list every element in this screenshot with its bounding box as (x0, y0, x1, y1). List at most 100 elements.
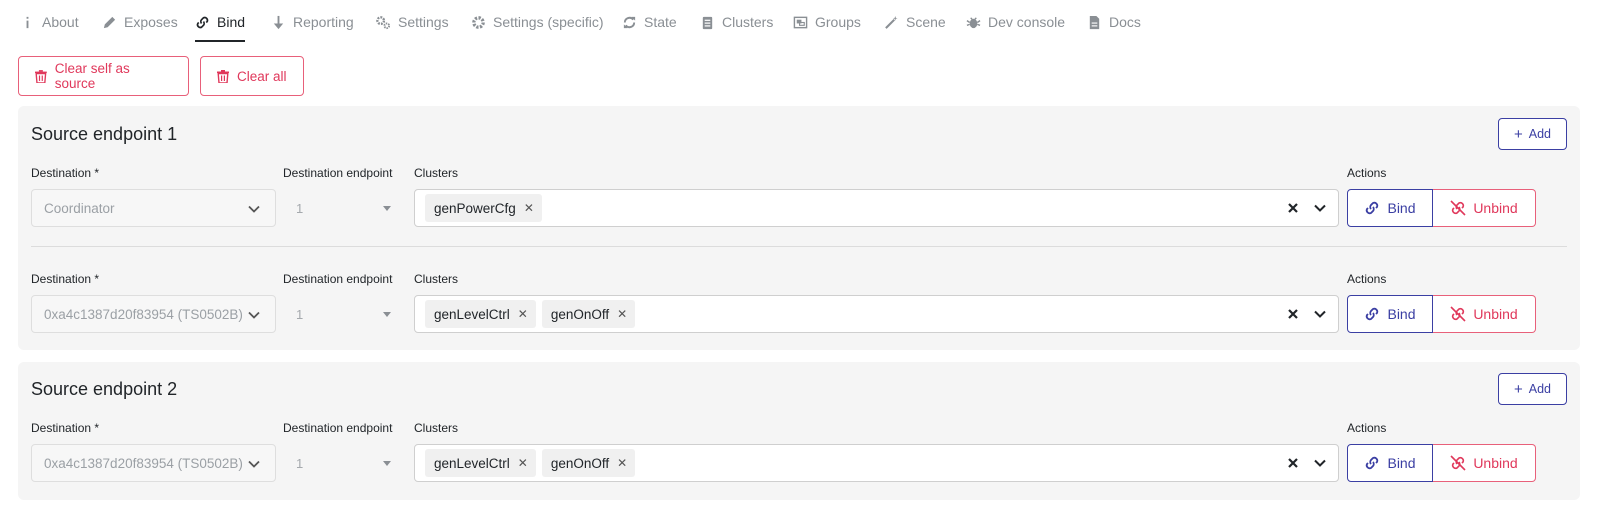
tab-label: Settings (specific) (493, 14, 604, 30)
chip-label: genOnOff (550, 306, 610, 322)
card-title: Source endpoint 1 (31, 124, 178, 144)
clusters-multiselect[interactable]: genPowerCfg ✕ (414, 189, 1339, 227)
tab-reporting[interactable]: Reporting (271, 0, 354, 44)
destination-label: Destination * (31, 421, 100, 435)
add-label: Add (1528, 127, 1551, 141)
cogs-icon (376, 15, 391, 30)
remove-chip-icon[interactable]: ✕ (617, 307, 627, 321)
unbind-button[interactable]: Unbind (1433, 295, 1536, 333)
tab-docs[interactable]: Docs (1087, 0, 1141, 44)
unlink-icon (1450, 200, 1466, 216)
tab-label: Bind (217, 14, 246, 30)
tab-settings-specific[interactable]: Settings (specific) (471, 0, 603, 44)
destination-endpoint-label: Destination endpoint (283, 166, 393, 180)
clusters-multiselect[interactable]: genLevelCtrl ✕ genOnOff ✕ (414, 444, 1339, 482)
chevron-down-icon[interactable] (1312, 455, 1328, 471)
clear-all-button[interactable]: Clear all (200, 56, 304, 96)
cluster-chip: genPowerCfg ✕ (425, 194, 542, 222)
clear-icon[interactable] (1284, 454, 1302, 472)
endpoint-value: 1 (296, 200, 304, 216)
source-endpoint-card: Source endpoint 2 + Add Destination * De… (18, 362, 1580, 500)
tab-clusters[interactable]: Clusters (700, 0, 773, 44)
chevron-down-icon[interactable] (1312, 306, 1328, 322)
unbind-label: Unbind (1473, 455, 1518, 471)
arrow-down-icon (271, 15, 286, 30)
cog-icon (471, 15, 486, 30)
destination-label: Destination * (31, 272, 100, 286)
tab-label: Dev console (988, 14, 1066, 30)
link-icon (1366, 307, 1379, 321)
caret-down-icon (383, 312, 391, 317)
cluster-chip: genOnOff ✕ (541, 449, 636, 477)
destination-endpoint-label: Destination endpoint (283, 272, 393, 286)
destination-endpoint-select[interactable]: 1 (283, 189, 391, 227)
tab-exposes[interactable]: Exposes (102, 0, 178, 44)
trash-icon (35, 69, 47, 83)
destination-select[interactable]: 0xa4c1387d20f83954 (TS0502B) (31, 295, 276, 333)
clear-icon[interactable] (1284, 199, 1302, 217)
tab-label: Groups (815, 14, 861, 30)
clusters-multiselect[interactable]: genLevelCtrl ✕ genOnOff ✕ (414, 295, 1339, 333)
plus-icon: + (1513, 125, 1523, 143)
bind-label: Bind (1387, 306, 1416, 322)
destination-endpoint-label: Destination endpoint (283, 421, 393, 435)
actions-group: Bind Unbind (1347, 189, 1536, 227)
clusters-label: Clusters (414, 166, 459, 180)
trash-icon (217, 69, 229, 83)
chip-label: genLevelCtrl (434, 455, 510, 471)
remove-chip-icon[interactable]: ✕ (518, 456, 528, 470)
unbind-button[interactable]: Unbind (1433, 189, 1536, 227)
remove-chip-icon[interactable]: ✕ (617, 456, 627, 470)
tab-bind[interactable]: Bind (195, 0, 246, 44)
remove-chip-icon[interactable]: ✕ (524, 201, 534, 215)
destination-value: Coordinator (44, 200, 115, 216)
tab-settings[interactable]: Settings (376, 0, 449, 44)
actions-group: Bind Unbind (1347, 295, 1536, 333)
chevron-down-icon[interactable] (1312, 200, 1328, 216)
destination-endpoint-select[interactable]: 1 (283, 444, 391, 482)
bind-button[interactable]: Bind (1347, 189, 1433, 227)
destination-select[interactable]: Coordinator (31, 189, 276, 227)
chevron-down-icon (248, 460, 260, 468)
tab-groups[interactable]: Groups (793, 0, 861, 44)
cluster-chip: genLevelCtrl ✕ (425, 300, 536, 328)
destination-value: 0xa4c1387d20f83954 (TS0502B) (44, 306, 243, 322)
tab-label: Scene (906, 14, 946, 30)
bind-button[interactable]: Bind (1347, 444, 1433, 482)
chevron-down-icon (248, 311, 260, 319)
add-label: Add (1528, 382, 1551, 396)
endpoint-value: 1 (296, 306, 304, 322)
destination-select[interactable]: 0xa4c1387d20f83954 (TS0502B) (31, 444, 276, 482)
bind-label: Bind (1387, 455, 1416, 471)
pencil-icon (102, 15, 117, 30)
tab-label: Docs (1109, 14, 1141, 30)
link-icon (1366, 201, 1379, 215)
unbind-label: Unbind (1473, 200, 1518, 216)
cluster-chip: genLevelCtrl ✕ (425, 449, 536, 477)
remove-chip-icon[interactable]: ✕ (518, 307, 528, 321)
add-binding-button[interactable]: + Add (1498, 118, 1567, 150)
chevron-down-icon (248, 205, 260, 213)
clipboard-icon (700, 15, 715, 30)
tab-scene[interactable]: Scene (884, 0, 946, 44)
clear-all-label: Clear all (237, 68, 287, 84)
caret-down-icon (383, 461, 391, 466)
destination-endpoint-select[interactable]: 1 (283, 295, 391, 333)
tab-state[interactable]: State (622, 0, 677, 44)
row-divider (31, 246, 1567, 247)
unbind-button[interactable]: Unbind (1433, 444, 1536, 482)
tab-label: Exposes (124, 14, 178, 30)
info-icon (20, 15, 35, 30)
add-binding-button[interactable]: + Add (1498, 373, 1567, 405)
tab-label: Settings (398, 14, 449, 30)
tab-dev-console[interactable]: Dev console (966, 0, 1065, 44)
magic-icon (884, 15, 899, 30)
bind-button[interactable]: Bind (1347, 295, 1433, 333)
link-icon (1366, 456, 1379, 470)
tab-label: Clusters (722, 14, 774, 30)
destination-label: Destination * (31, 166, 100, 180)
clear-self-as-source-button[interactable]: Clear self as source (18, 56, 189, 96)
clear-icon[interactable] (1284, 305, 1302, 323)
chip-label: genOnOff (550, 455, 610, 471)
tab-about[interactable]: About (20, 0, 79, 44)
